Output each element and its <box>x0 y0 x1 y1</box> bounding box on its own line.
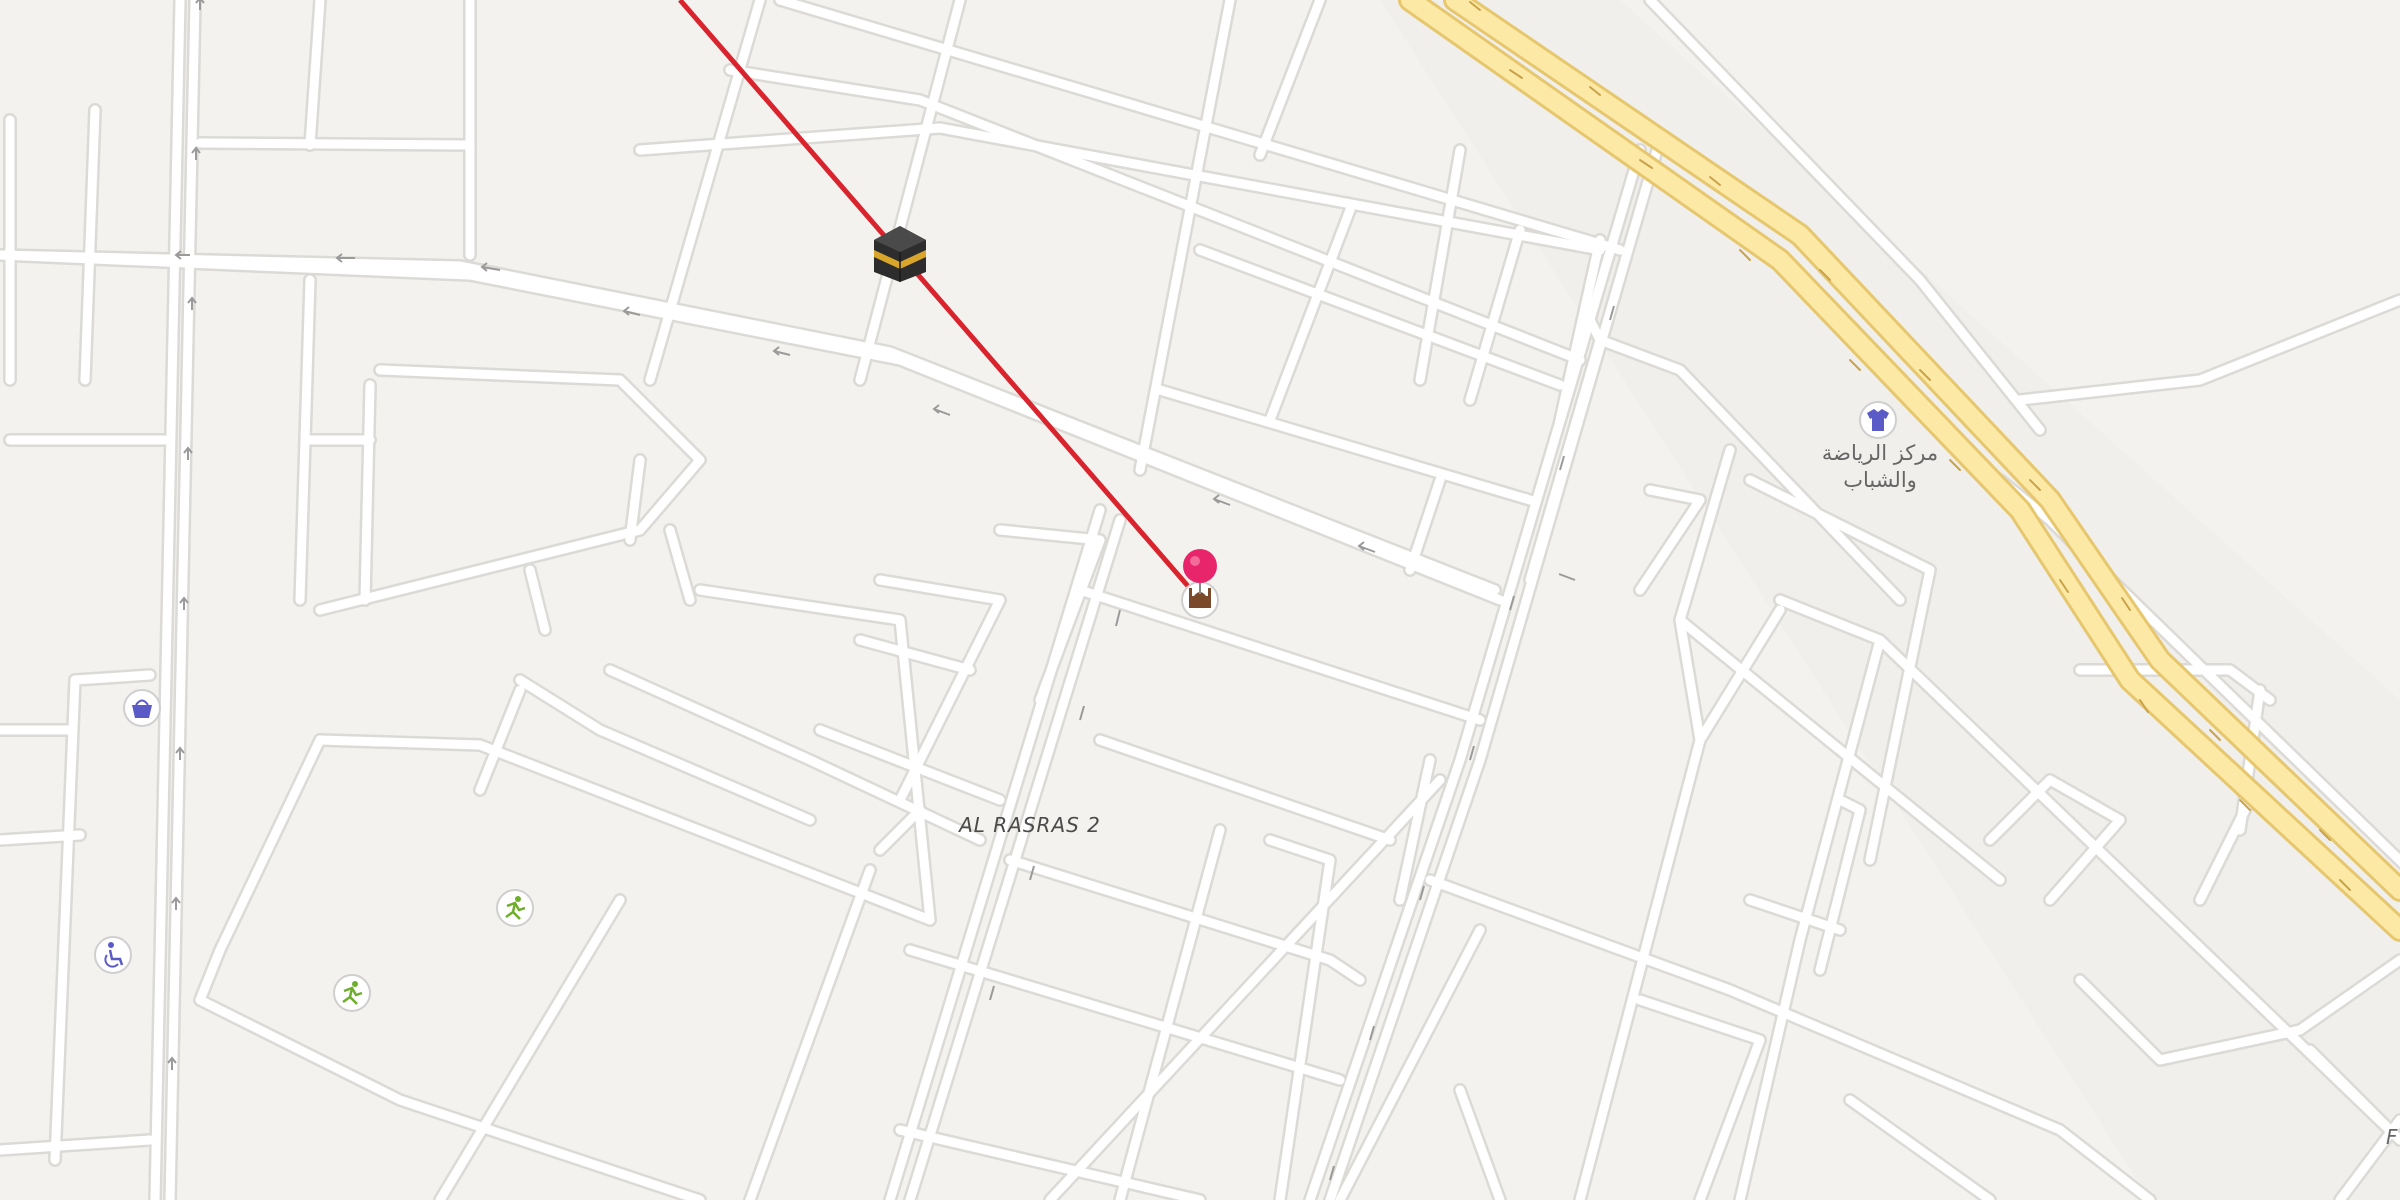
map-canvas[interactable] <box>0 0 2400 1200</box>
shopping-icon[interactable] <box>123 689 161 727</box>
clothing-store-icon[interactable] <box>1859 401 1897 439</box>
sports-icon[interactable] <box>333 974 371 1012</box>
sports-icon[interactable] <box>496 889 534 927</box>
wheelchair-icon[interactable] <box>94 936 132 974</box>
